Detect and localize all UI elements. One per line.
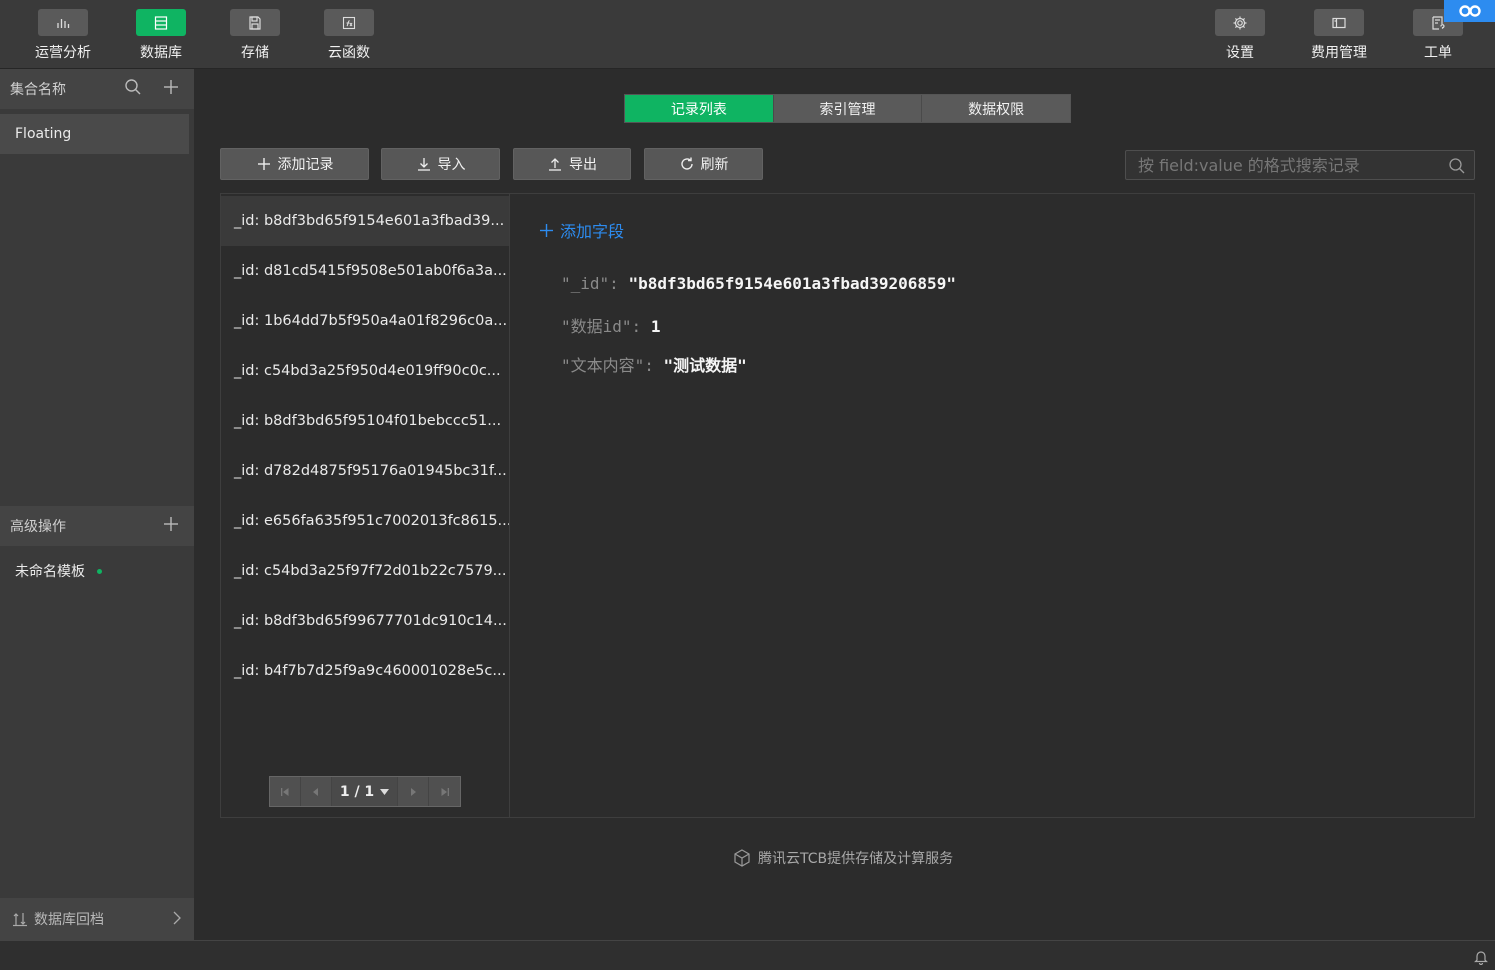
toolbar-analytics-label: 运营分析 [35,45,91,61]
tab-permissions[interactable]: 数据权限 [922,95,1071,122]
first-page-icon [281,787,289,796]
field-row[interactable]: "文本内容": "测试数据" [561,352,747,376]
collections-title: 集合名称 [10,82,66,98]
page-select[interactable]: 1 / 1 [332,777,398,806]
record-item[interactable]: _id: 1b64dd7b5f950a4a01f8296c0a... [221,296,509,346]
bell-icon[interactable] [1473,949,1489,965]
last-page-button[interactable] [429,777,460,806]
gear-icon [1215,9,1265,36]
chevron-right-icon [173,911,181,925]
field-row[interactable]: "_id": "b8df3bd65f9154e601a3fbad39206859… [561,274,956,293]
collection-item[interactable]: Floating [0,114,189,154]
import-label: 导入 [437,157,466,173]
tab-records[interactable]: 记录列表 [625,95,774,122]
rollback-label: 数据库回档 [34,912,104,928]
plus-icon [540,223,553,237]
pagination: 1 / 1 [269,776,461,807]
view-tabs: 记录列表 索引管理 数据权限 [624,94,1071,123]
add-record-label: 添加记录 [277,157,334,173]
save-icon [230,9,280,36]
cloud-logo-icon [1444,0,1495,22]
record-item[interactable]: _id: b8df3bd65f9154e601a3fbad39... [221,196,509,246]
status-bar [0,940,1495,970]
record-item[interactable]: _id: b4f7b7d25f9a9c460001028e5c... [221,646,509,696]
record-item[interactable]: _id: d782d4875f95176a01945bc31f... [221,446,509,496]
cube-logo-icon [734,849,750,867]
toolbar-cloud-function-label: 云函数 [328,45,370,61]
prev-page-button[interactable] [301,777,332,806]
billing-icon [1314,9,1364,36]
toolbar-database-button[interactable]: 数据库 [121,0,201,69]
field-value: "b8df3bd65f9154e601a3fbad39206859" [628,274,956,293]
toolbar-billing-button[interactable]: 费用管理 [1299,0,1379,69]
service-note: 腾讯云TCB提供存储及计算服务 [732,848,953,868]
plus-icon [257,158,270,170]
sidebar: 集合名称 Floating 高级操作 未命名模板 数据库回档 [0,69,194,940]
tab-indexes[interactable]: 索引管理 [773,95,923,122]
add-field-button[interactable]: 添加字段 [539,218,624,242]
search-icon[interactable] [124,78,142,100]
search-icon[interactable] [1448,157,1466,175]
download-icon [417,158,430,171]
toolbar-storage-label: 存储 [241,45,269,61]
database-icon [136,9,186,36]
bar-chart-icon [38,9,88,36]
advanced-title: 高级操作 [10,519,66,535]
field-key: "数据id": [561,317,651,336]
next-page-button[interactable] [398,777,429,806]
field-value: 1 [650,317,661,336]
record-list: _id: b8df3bd65f9154e601a3fbad39... _id: … [221,194,510,817]
collections-header: 集合名称 [0,69,194,109]
export-button[interactable]: 导出 [513,148,631,180]
record-item[interactable]: _id: b8df3bd65f99677701dc910c14... [221,596,509,646]
template-item[interactable]: 未命名模板 [15,561,102,581]
add-field-label: 添加字段 [560,222,625,241]
last-page-icon [441,787,449,796]
field-key: "_id": [561,274,629,293]
record-detail: 添加字段 "_id": "b8df3bd65f9154e601a3fbad392… [511,194,1474,817]
toolbar-database-label: 数据库 [140,45,182,61]
refresh-button[interactable]: 刷新 [644,148,763,180]
search-input[interactable] [1126,151,1474,179]
add-template-icon[interactable] [162,515,180,537]
field-value: "测试数据" [663,356,747,375]
function-icon [324,9,374,36]
top-toolbar: 运营分析 数据库 存储 云函数 设置 费用管理 工单 [0,0,1495,69]
sort-arrows-icon [13,913,27,927]
collection-label: Floating [15,126,72,142]
record-item[interactable]: _id: d81cd5415f9508e501ab0f6a3a... [221,246,509,296]
toolbar-billing-label: 费用管理 [1311,45,1367,61]
export-label: 导出 [569,157,597,173]
prev-page-icon [313,787,318,796]
field-key: "文本内容": [561,356,664,375]
record-item[interactable]: _id: c54bd3a25f97f72d01b22c7579... [221,546,509,596]
refresh-label: 刷新 [700,157,729,173]
refresh-icon [680,157,693,170]
toolbar-ticket-label: 工单 [1424,45,1452,61]
caret-down-icon [380,788,390,795]
toolbar-settings-label: 设置 [1226,45,1254,61]
service-note-text: 腾讯云TCB提供存储及计算服务 [758,851,954,867]
record-item[interactable]: _id: c54bd3a25f950d4e019ff90c0c... [221,346,509,396]
records-panel: _id: b8df3bd65f9154e601a3fbad39... _id: … [220,193,1475,818]
import-button[interactable]: 导入 [381,148,500,180]
record-item[interactable]: _id: b8df3bd65f95104f01bebccc51... [221,396,509,446]
toolbar-settings-button[interactable]: 设置 [1200,0,1280,69]
add-collection-icon[interactable] [162,78,180,100]
toolbar-analytics-button[interactable]: 运营分析 [23,0,103,69]
field-row[interactable]: "数据id": 1 [561,313,660,337]
record-search [1125,150,1475,180]
add-record-button[interactable]: 添加记录 [220,148,369,180]
toolbar-storage-button[interactable]: 存储 [215,0,295,69]
page-indicator: 1 / 1 [339,783,375,800]
unsaved-dot-icon [97,568,102,574]
database-rollback-button[interactable]: 数据库回档 [0,898,194,940]
toolbar-cloud-function-button[interactable]: 云函数 [309,0,389,69]
first-page-button[interactable] [270,777,301,806]
upload-icon [549,158,561,171]
template-label: 未命名模板 [15,564,85,580]
record-item[interactable]: _id: e656fa635f951c7002013fc8615... [221,496,509,546]
advanced-header: 高级操作 [0,506,194,546]
next-page-icon [411,787,416,796]
